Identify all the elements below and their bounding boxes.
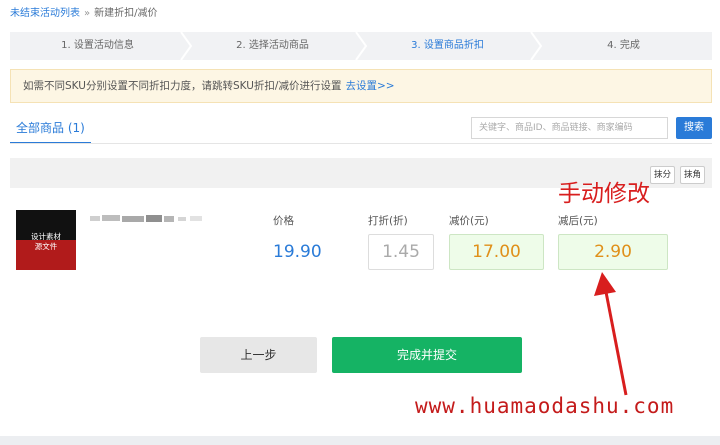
thumb-text-2: 源文件 [34, 242, 58, 251]
notice-text: 如需不同SKU分别设置不同折扣力度，请跳转SKU折扣/减价进行设置 [23, 80, 342, 92]
product-price: 19.90 [273, 242, 322, 262]
breadcrumb: 未结束活动列表 » 新建折扣/减价 [10, 4, 158, 19]
finish-submit-button[interactable]: 完成并提交 [332, 337, 522, 373]
breadcrumb-current: 新建折扣/减价 [94, 8, 158, 19]
annotation-arrow-icon [594, 272, 628, 396]
discount-label: 打折(折) [368, 215, 408, 227]
product-name-blurred [90, 215, 202, 222]
step-separators [180, 32, 543, 60]
reduce-input[interactable]: 17.00 [449, 234, 544, 270]
search-input[interactable] [471, 117, 668, 139]
reduce-label: 减价(元) [449, 215, 489, 227]
after-price-input[interactable]: 2.90 [558, 234, 668, 270]
thumb-text-1: 设计素材 [31, 232, 61, 241]
watermark-text: www.huamaodashu.com [415, 394, 675, 418]
round-cents-button[interactable]: 抹分 [650, 166, 676, 184]
price-label: 价格 [273, 215, 294, 227]
tab-divider [10, 143, 712, 144]
sku-notice: 如需不同SKU分别设置不同折扣力度，请跳转SKU折扣/减价进行设置 去设置>> [10, 69, 712, 103]
product-thumbnail[interactable]: 设计素材 源文件 [16, 210, 76, 270]
previous-step-button[interactable]: 上一步 [200, 337, 317, 373]
notice-settings-link[interactable]: 去设置>> [345, 80, 394, 92]
search-button[interactable]: 搜索 [676, 117, 712, 139]
after-label: 减后(元) [558, 215, 598, 227]
breadcrumb-parent-link[interactable]: 未结束活动列表 [10, 8, 80, 19]
manual-edit-annotation: 手动修改 [558, 181, 650, 207]
discount-input[interactable]: 1.45 [368, 234, 434, 270]
tab-all-products[interactable]: 全部商品 (1) [10, 116, 91, 144]
progress-steps: 1. 设置活动信息 2. 选择活动商品 3. 设置商品折扣 4. 完成 [10, 32, 712, 60]
bottom-strip [0, 436, 720, 445]
breadcrumb-separator: » [84, 8, 91, 19]
round-jiao-button[interactable]: 抹角 [680, 166, 706, 184]
